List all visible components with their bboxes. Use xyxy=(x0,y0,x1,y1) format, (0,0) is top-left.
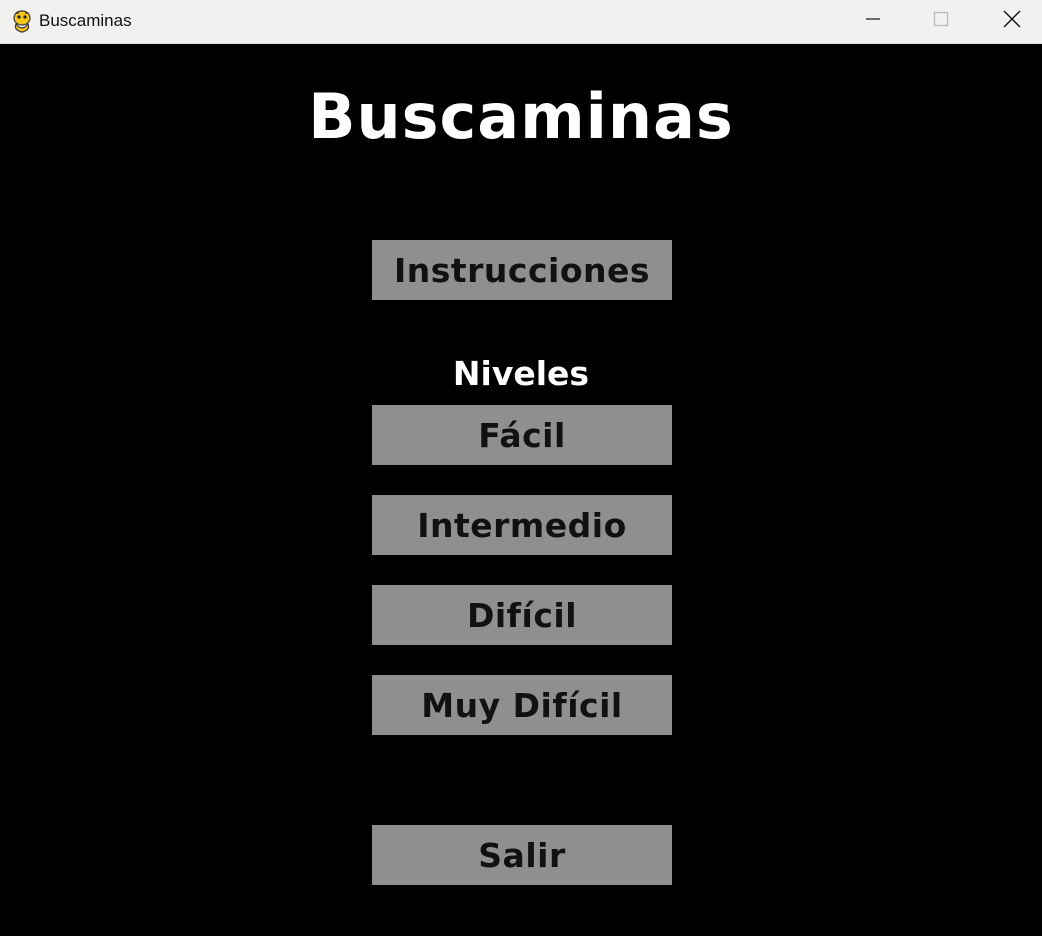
level-very-hard-button[interactable]: Muy Difícil xyxy=(372,675,672,735)
level-hard-button[interactable]: Difícil xyxy=(372,585,672,645)
game-menu: Buscaminas Instrucciones Niveles Fácil I… xyxy=(0,44,1042,936)
app-window: Buscaminas Buscaminas Instrucciones Nive… xyxy=(0,0,1042,936)
maximize-icon xyxy=(933,11,949,32)
level-easy-button[interactable]: Fácil xyxy=(372,405,672,465)
instructions-button[interactable]: Instrucciones xyxy=(372,240,672,300)
window-titlebar[interactable]: Buscaminas xyxy=(0,0,1042,44)
game-title: Buscaminas xyxy=(308,80,734,153)
pygame-snake-icon xyxy=(11,9,33,33)
close-button[interactable] xyxy=(977,0,1042,43)
window-title: Buscaminas xyxy=(39,11,132,30)
levels-heading: Niveles xyxy=(452,354,590,393)
level-intermediate-button[interactable]: Intermedio xyxy=(372,495,672,555)
minimize-button[interactable] xyxy=(838,0,908,43)
close-icon xyxy=(1003,10,1021,33)
minimize-icon xyxy=(865,11,881,32)
exit-button[interactable]: Salir xyxy=(372,825,672,885)
maximize-button[interactable] xyxy=(906,0,976,43)
